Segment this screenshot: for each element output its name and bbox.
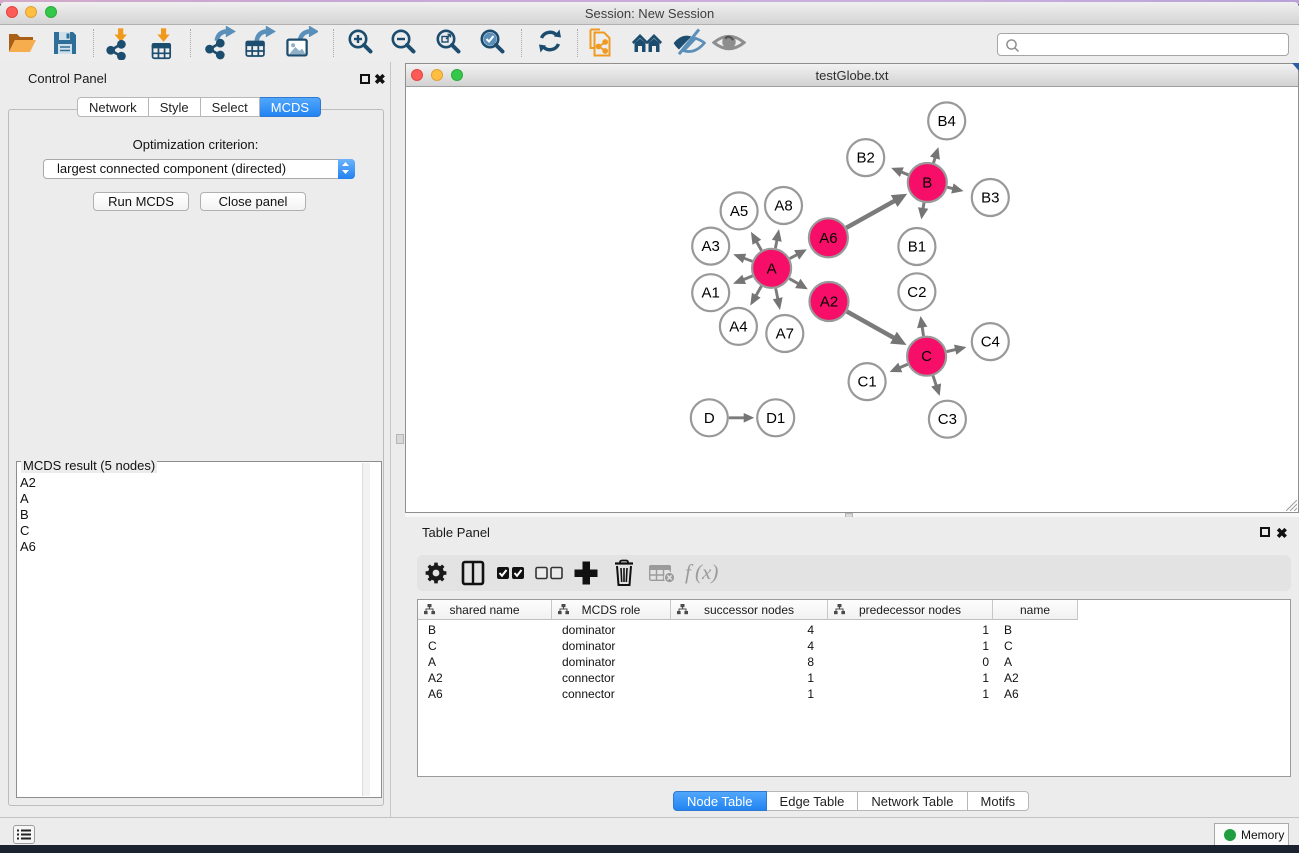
svg-text:B: B [922, 175, 932, 192]
svg-text:D: D [704, 410, 715, 427]
svg-text:A3: A3 [702, 238, 720, 255]
svg-text:A: A [767, 260, 777, 277]
svg-text:A2: A2 [820, 294, 838, 311]
svg-text:C4: C4 [981, 334, 1000, 351]
svg-text:C: C [921, 348, 932, 365]
svg-text:C1: C1 [858, 374, 877, 391]
svg-text:A8: A8 [774, 198, 792, 215]
svg-text:B2: B2 [857, 150, 875, 167]
svg-text:C2: C2 [907, 284, 926, 301]
svg-text:A5: A5 [730, 203, 748, 220]
svg-text:B4: B4 [938, 113, 956, 130]
svg-text:B1: B1 [908, 239, 926, 256]
svg-text:A4: A4 [729, 318, 747, 335]
svg-text:A7: A7 [776, 326, 794, 343]
svg-text:C3: C3 [938, 411, 957, 428]
svg-text:B3: B3 [981, 190, 999, 207]
svg-text:D1: D1 [766, 410, 785, 427]
svg-text:A1: A1 [702, 285, 720, 302]
svg-text:A6: A6 [819, 230, 837, 247]
